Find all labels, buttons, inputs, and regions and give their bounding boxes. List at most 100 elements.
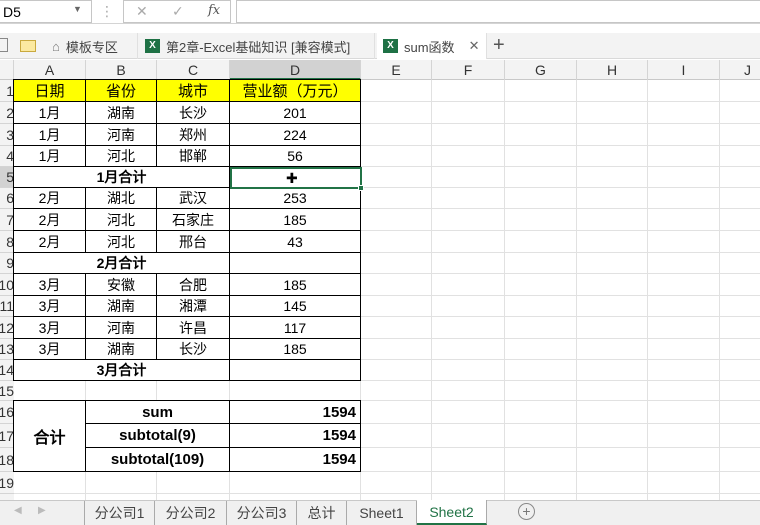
grid-cell[interactable] — [432, 231, 505, 253]
grid-cell[interactable] — [577, 188, 648, 209]
data-cell[interactable]: 1月 — [13, 123, 86, 146]
function-name-cell[interactable]: subtotal(9) — [85, 423, 230, 448]
grid-cell[interactable] — [361, 296, 432, 317]
row-header[interactable]: 5 — [0, 167, 14, 188]
data-cell[interactable]: 石家庄 — [156, 208, 230, 231]
function-name-cell[interactable]: sum — [85, 400, 230, 424]
grid-cell[interactable] — [720, 102, 760, 124]
new-file-icon[interactable] — [0, 38, 8, 52]
select-all-corner[interactable] — [0, 60, 14, 80]
grid-cell[interactable] — [648, 231, 720, 253]
grid-cell[interactable] — [505, 472, 577, 494]
grid-cell[interactable] — [361, 124, 432, 146]
grid-cell[interactable] — [720, 296, 760, 317]
data-cell[interactable]: 1月 — [13, 101, 86, 124]
grid-cell[interactable] — [648, 253, 720, 274]
grid-cell[interactable] — [648, 317, 720, 339]
grid-cell[interactable] — [648, 472, 720, 494]
grid-cell[interactable] — [432, 381, 505, 401]
row-header[interactable]: 6 — [0, 188, 14, 209]
subtotal-label-cell[interactable]: 1月合计 — [13, 166, 230, 188]
grid-cell[interactable] — [157, 381, 230, 401]
grid-cell[interactable] — [361, 360, 432, 381]
grid-cell[interactable] — [720, 167, 760, 188]
grid-cell[interactable] — [432, 188, 505, 209]
grid-cell[interactable] — [505, 401, 577, 424]
subtotal-label-cell[interactable]: 3月合计 — [13, 359, 230, 381]
total-value-cell[interactable]: 1594 — [229, 447, 361, 472]
row-header[interactable]: 12 — [0, 317, 14, 339]
data-cell[interactable]: 43 — [229, 230, 361, 253]
column-header[interactable]: A — [14, 60, 86, 80]
data-cell[interactable]: 湖南 — [85, 338, 157, 360]
grid-cell[interactable] — [86, 381, 157, 401]
grid-cell[interactable] — [432, 146, 505, 167]
column-header[interactable]: D — [230, 60, 361, 80]
grid-cell[interactable] — [505, 296, 577, 317]
grid-cell[interactable] — [432, 80, 505, 102]
chevron-down-icon[interactable]: ▼ — [73, 4, 82, 14]
grid-cell[interactable] — [432, 472, 505, 494]
grid-cell[interactable] — [361, 381, 432, 401]
grid-cell[interactable] — [648, 146, 720, 167]
grid-cell[interactable] — [505, 231, 577, 253]
grid-cell[interactable] — [577, 339, 648, 360]
row-header[interactable]: 18 — [0, 448, 14, 472]
grid-cell[interactable] — [361, 401, 432, 424]
data-cell[interactable]: 河北 — [85, 145, 157, 167]
name-box[interactable]: D5 ▼ — [0, 0, 92, 23]
grid-cell[interactable] — [432, 401, 505, 424]
grid-cell[interactable] — [361, 209, 432, 231]
data-cell[interactable]: 邢台 — [156, 230, 230, 253]
row-header[interactable]: 19 — [0, 472, 14, 494]
grid-cell[interactable] — [14, 381, 86, 401]
grid-cell[interactable] — [577, 253, 648, 274]
data-cell[interactable]: 湘潭 — [156, 295, 230, 317]
data-cell[interactable]: 2月 — [13, 230, 86, 253]
grid-cell[interactable] — [577, 102, 648, 124]
data-cell[interactable]: 145 — [229, 295, 361, 317]
grid-cell[interactable] — [577, 424, 648, 448]
close-icon[interactable]: ✕ — [469, 38, 480, 54]
grid-cell[interactable] — [577, 146, 648, 167]
folder-icon[interactable] — [20, 40, 36, 52]
column-header[interactable]: I — [648, 60, 720, 80]
grid-cell[interactable] — [720, 317, 760, 339]
grid-cell[interactable] — [432, 360, 505, 381]
data-cell[interactable]: 1月 — [13, 145, 86, 167]
grid-cell[interactable] — [230, 381, 361, 401]
grid-cell[interactable] — [505, 209, 577, 231]
data-cell[interactable]: 长沙 — [156, 101, 230, 124]
grid-cell[interactable] — [577, 296, 648, 317]
grid-cell[interactable] — [648, 167, 720, 188]
grid-cell[interactable] — [432, 124, 505, 146]
data-cell[interactable]: 117 — [229, 316, 361, 339]
grid-cell[interactable] — [648, 401, 720, 424]
data-cell[interactable]: 合肥 — [156, 273, 230, 296]
grid-cell[interactable] — [720, 360, 760, 381]
data-cell[interactable]: 长沙 — [156, 338, 230, 360]
sheet-tab[interactable]: 分公司3 — [227, 501, 297, 525]
subtotal-value-cell[interactable] — [229, 252, 361, 274]
grid-cell[interactable] — [577, 317, 648, 339]
grid-cell[interactable] — [720, 339, 760, 360]
data-cell[interactable]: 2月 — [13, 187, 86, 209]
row-header[interactable]: 8 — [0, 231, 14, 253]
row-header[interactable]: 16 — [0, 401, 14, 424]
grid-cell[interactable] — [720, 274, 760, 296]
data-cell[interactable]: 河南 — [85, 316, 157, 339]
total-value-cell[interactable]: 1594 — [229, 423, 361, 448]
function-name-cell[interactable]: subtotal(109) — [85, 447, 230, 472]
grid-cell[interactable] — [505, 317, 577, 339]
grid-cell[interactable] — [432, 448, 505, 472]
grid-cell[interactable] — [577, 167, 648, 188]
grid-cell[interactable] — [361, 167, 432, 188]
grid-cell[interactable] — [505, 80, 577, 102]
row-header[interactable]: 13 — [0, 339, 14, 360]
data-cell[interactable]: 河南 — [85, 123, 157, 146]
grid-cell[interactable] — [577, 209, 648, 231]
data-cell[interactable]: 253 — [229, 187, 361, 209]
grid-cell[interactable] — [577, 472, 648, 494]
data-cell[interactable]: 河北 — [85, 230, 157, 253]
row-header[interactable]: 17 — [0, 424, 14, 448]
